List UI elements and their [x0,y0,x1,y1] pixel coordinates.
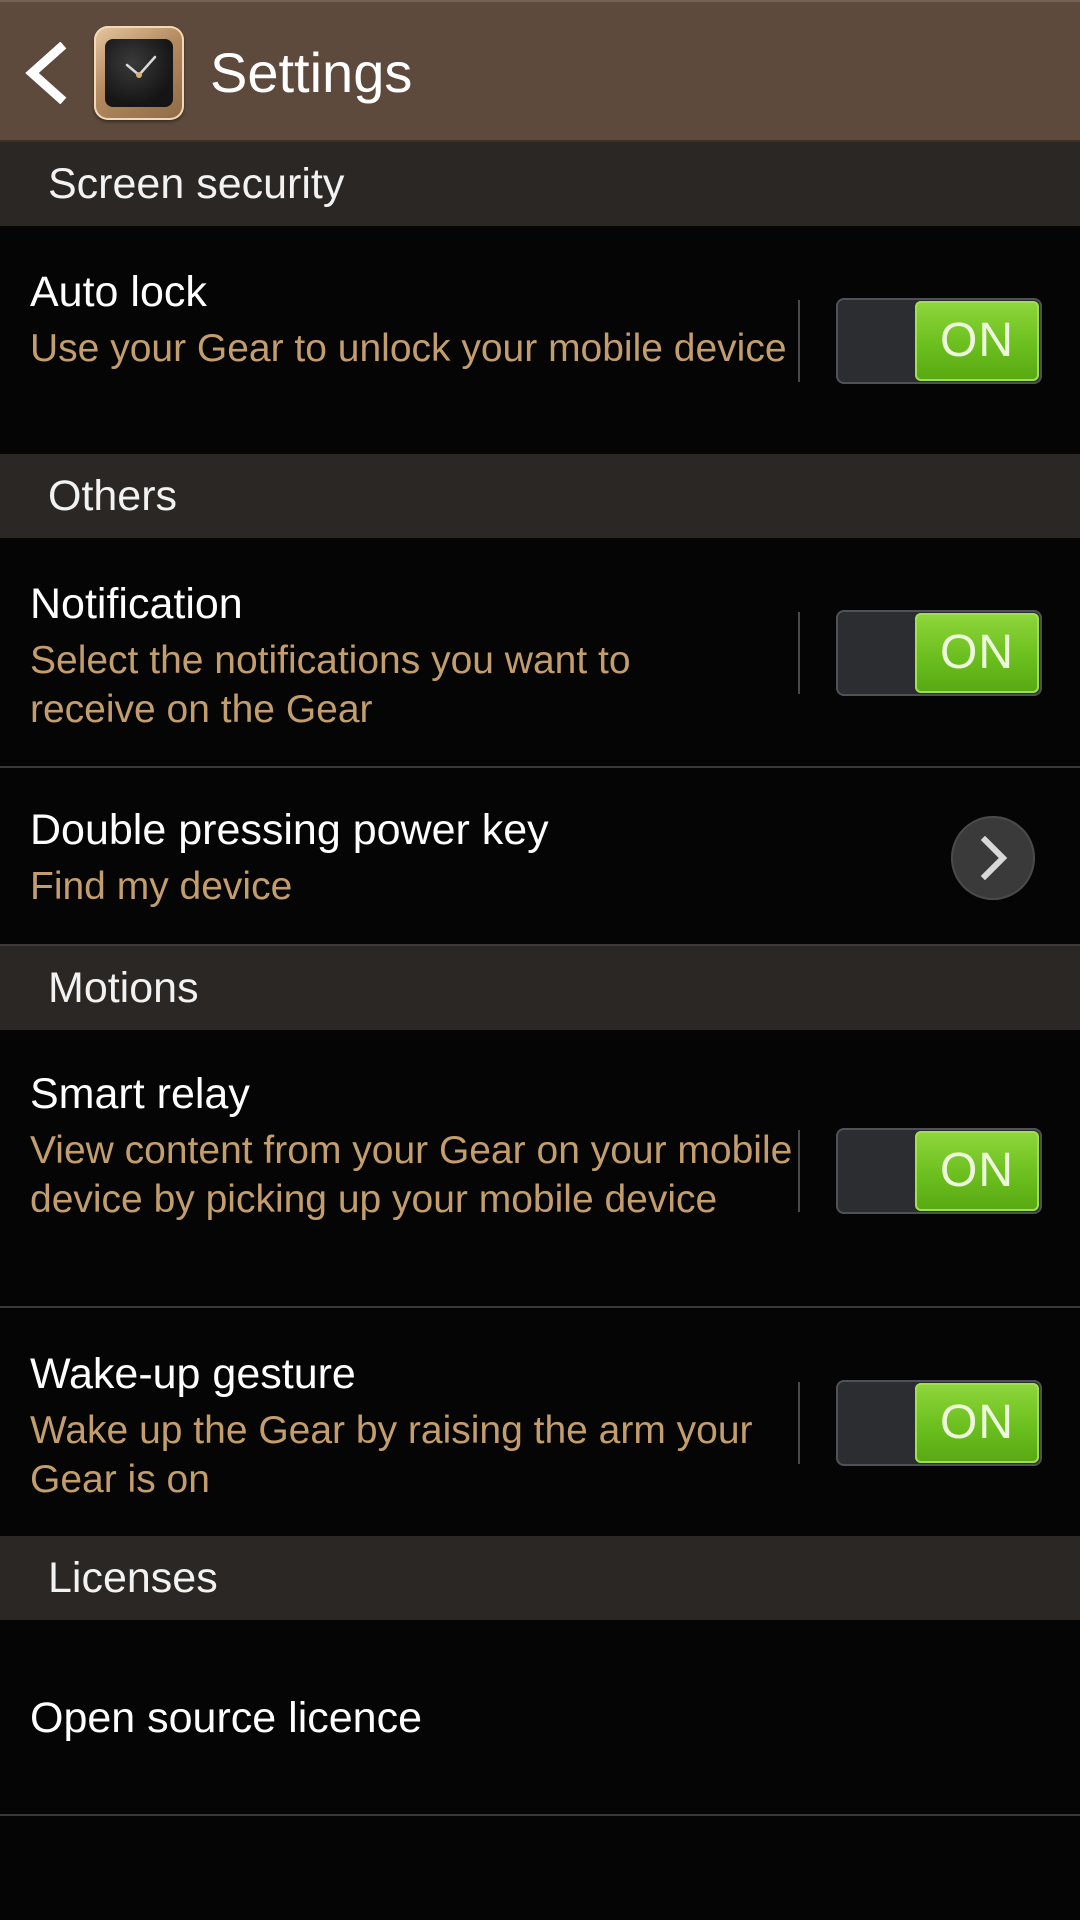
setting-row-open-source-licence[interactable]: Open source licence [0,1620,1080,1814]
setting-title: Auto lock [30,268,207,316]
chevron-left-icon [25,41,67,105]
section-title: Others [48,472,178,520]
page-title: Settings [210,41,413,104]
setting-title: Wake-up gesture [30,1350,356,1398]
divider [798,612,800,694]
setting-row-wake-up-gesture[interactable]: Wake-up gesture Wake up the Gear by rais… [0,1308,1080,1536]
divider [798,1382,800,1464]
setting-summary: View content from your Gear on your mobi… [30,1129,793,1221]
toggle-label: ON [940,314,1014,367]
section-header-screen-security: Screen security [0,142,1080,226]
gear-watch-icon[interactable] [94,26,184,120]
toggle-knob: ON [915,1383,1039,1463]
setting-row-notification[interactable]: Notification Select the notifications yo… [0,538,1080,766]
setting-title: Double pressing power key [30,806,549,854]
setting-row-smart-relay[interactable]: Smart relay View content from your Gear … [0,1030,1080,1306]
toggle-label: ON [940,1396,1014,1449]
toggle-label: ON [940,626,1014,679]
notification-toggle[interactable]: ON [836,610,1042,696]
settings-screen: Settings Screen security Auto lock Use y… [0,0,1080,1920]
setting-title: Smart relay [30,1070,250,1118]
section-title: Screen security [48,160,345,208]
toggle-knob: ON [915,613,1039,693]
section-header-motions: Motions [0,946,1080,1030]
action-bar: Settings [0,0,1080,142]
divider [798,1130,800,1212]
smart-relay-toggle[interactable]: ON [836,1128,1042,1214]
section-title: Motions [48,964,199,1012]
list-divider [0,1814,1080,1816]
toggle-label: ON [940,1144,1014,1197]
toggle-knob: ON [915,301,1039,381]
setting-row-auto-lock[interactable]: Auto lock Use your Gear to unlock your m… [0,226,1080,454]
toggle-knob: ON [915,1131,1039,1211]
setting-summary: Use your Gear to unlock your mobile devi… [30,327,787,370]
section-title: Licenses [48,1554,218,1602]
back-button[interactable] [22,41,72,105]
setting-summary: Select the notifications you want to rec… [30,639,631,731]
chevron-right-icon [980,836,1008,880]
section-header-licenses: Licenses [0,1536,1080,1620]
divider [798,300,800,382]
setting-title: Notification [30,580,243,628]
setting-summary: Wake up the Gear by raising the arm your… [30,1409,753,1501]
setting-title: Open source licence [30,1694,422,1742]
wake-up-gesture-toggle[interactable]: ON [836,1380,1042,1466]
setting-summary: Find my device [30,865,293,908]
section-header-others: Others [0,454,1080,538]
setting-row-double-pressing-power-key[interactable]: Double pressing power key Find my device [0,768,1080,944]
more-button[interactable] [951,816,1035,900]
auto-lock-toggle[interactable]: ON [836,298,1042,384]
